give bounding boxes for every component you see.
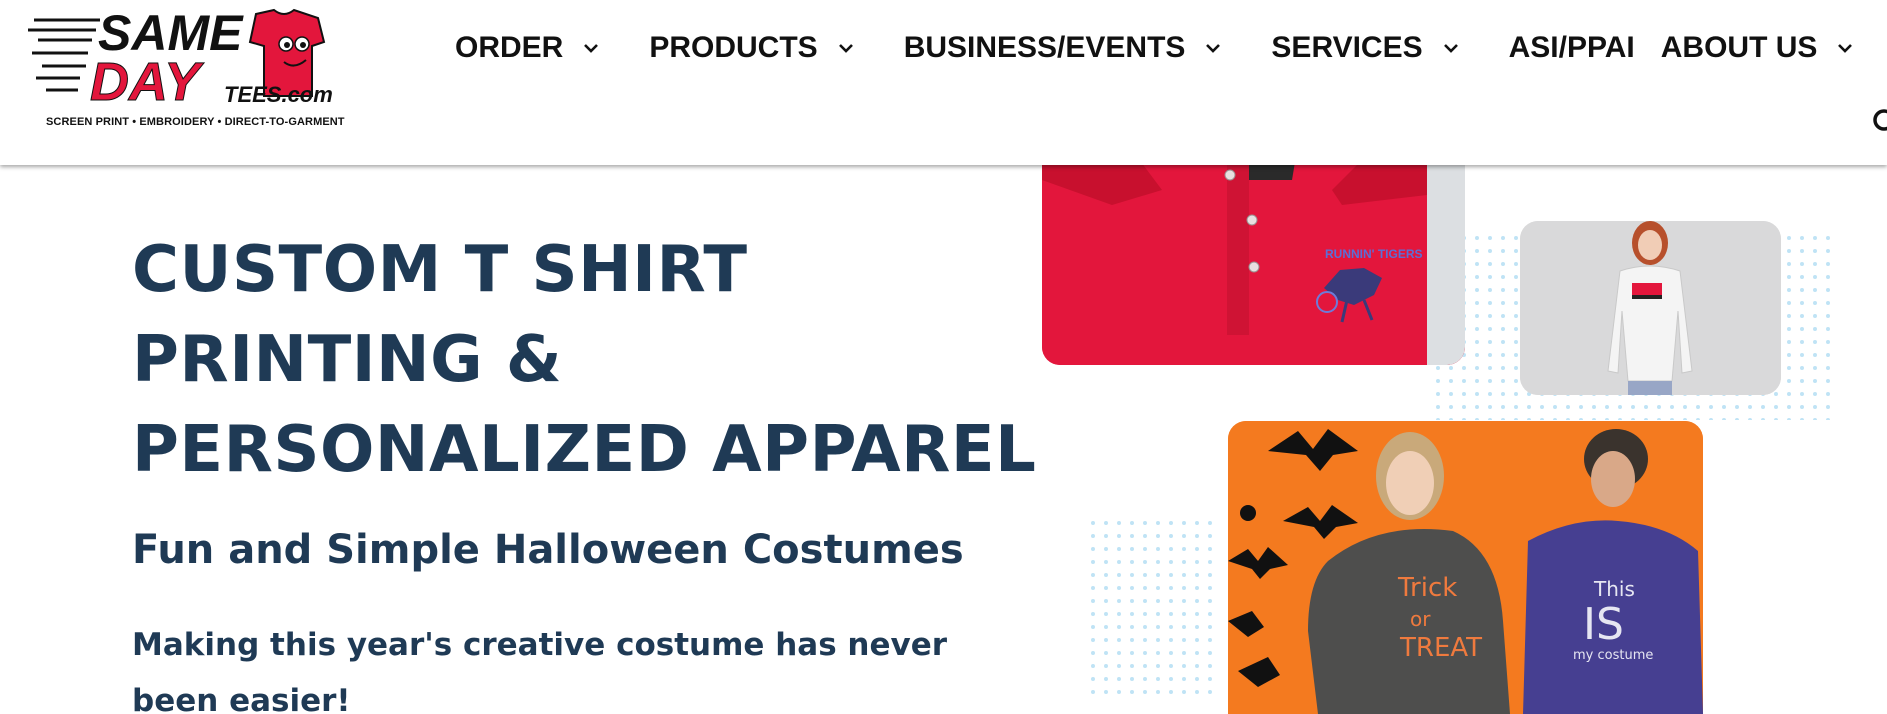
nav-item-label: ASI/PPAI (1508, 31, 1635, 64)
nav-item-about-us[interactable]: ABOUT US (1661, 28, 1856, 68)
longsleeve-model-photo (1520, 221, 1781, 395)
sweatshirt-text-line: Trick (1397, 573, 1457, 603)
red-polo-photo: RUNNIN' TIGERS (1042, 150, 1465, 365)
hero-title-line: CUSTOM T SHIRT (132, 233, 748, 307)
sweatshirt-text-line: TREAT (1399, 633, 1482, 663)
nav-item-label: PRODUCTS (649, 31, 818, 64)
halloween-costume-photo: Trick or TREAT This IS my costume (1228, 421, 1703, 714)
logo-word-day: DAY (90, 52, 205, 108)
tshirt-text-line: This (1593, 577, 1635, 601)
chevron-down-icon (1443, 44, 1458, 53)
nav-item-services[interactable]: SERVICES (1271, 28, 1460, 68)
hero-title-line: PRINTING & (132, 323, 563, 397)
main-nav: ORDER PRODUCTS BUSINESS/EVENTS SERVICES … (455, 28, 1855, 68)
nav-item-products[interactable]: PRODUCTS (649, 28, 855, 68)
logo-tagline: SCREEN PRINT • EMBROIDERY • DIRECT-TO-GA… (46, 116, 345, 128)
nav-item-business-events[interactable]: BUSINESS/EVENTS (904, 28, 1224, 68)
logo-graphic: SAME DAY TEES.com (28, 8, 333, 108)
tshirt-text-line: my costume (1573, 648, 1653, 663)
chevron-down-icon (838, 44, 853, 53)
chevron-down-icon (1838, 44, 1853, 53)
logo-word-tees: TEES.com (224, 82, 333, 107)
nav-item-label: SERVICES (1271, 31, 1423, 64)
nav-item-label: BUSINESS/EVENTS (903, 31, 1186, 64)
nav-item-order[interactable]: ORDER (455, 28, 601, 68)
hero-title-line: PERSONALIZED APPAREL (132, 413, 1037, 487)
nav-item-label: ORDER (455, 31, 564, 64)
longsleeve-model-image (1520, 221, 1781, 395)
nav-item-asi-ppai[interactable]: ASI/PPAI (1509, 28, 1635, 68)
red-polo-image: RUNNIN' TIGERS (1042, 150, 1465, 365)
site-header: SAME DAY TEES.com SCREEN PRINT • EMBROID… (0, 0, 1887, 165)
site-logo[interactable]: SAME DAY TEES.com SCREEN PRINT • EMBROID… (28, 8, 345, 133)
sweatshirt-text-line: or (1410, 607, 1431, 631)
nav-item-label: ABOUT US (1660, 31, 1818, 64)
halloween-costume-image: Trick or TREAT This IS my costume (1228, 421, 1703, 714)
tshirt-text-line: IS (1583, 599, 1624, 650)
search-icon[interactable] (1872, 108, 1887, 136)
hero-description: Making this year's creative costume has … (132, 627, 948, 714)
hero-subtitle: Fun and Simple Halloween Costumes (132, 527, 964, 573)
dot-pattern-bottom (1090, 520, 1220, 700)
embroidery-text: RUNNIN' TIGERS (1325, 247, 1423, 261)
hero-title: CUSTOM T SHIRT PRINTING & PERSONALIZED A… (132, 225, 1037, 495)
chevron-down-icon (1206, 44, 1221, 53)
chevron-down-icon (584, 44, 599, 53)
